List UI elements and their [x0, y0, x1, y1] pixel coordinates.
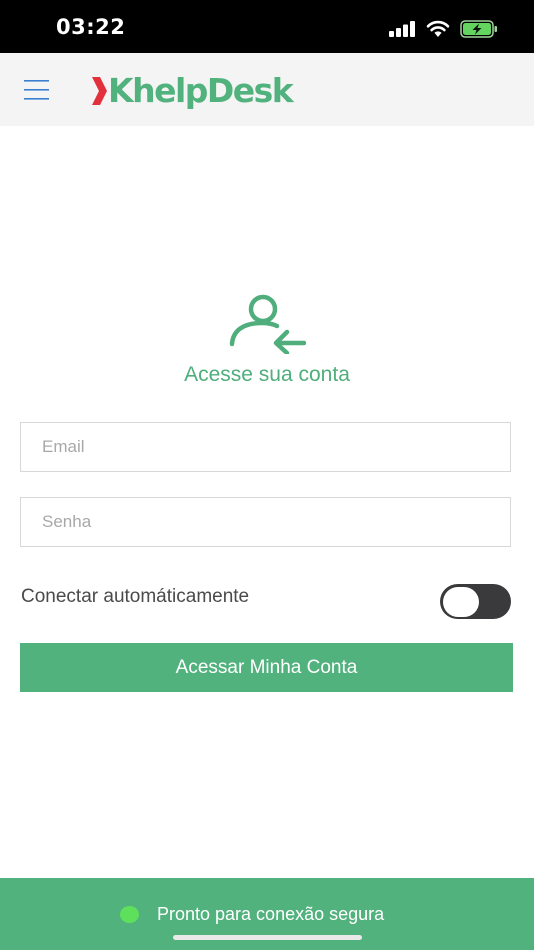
home-indicator [173, 935, 362, 940]
logo-chevron-icon [92, 77, 107, 105]
cellular-signal-icon [389, 21, 415, 37]
auto-connect-label: Conectar automáticamente [21, 586, 250, 607]
logo-text: KhelpDesk [108, 71, 294, 110]
app-header: KhelpDesk [0, 53, 534, 126]
auto-connect-toggle[interactable] [440, 584, 511, 619]
status-time: 03:22 [56, 15, 126, 39]
connection-status-dot [120, 906, 139, 923]
wifi-icon [426, 20, 450, 37]
login-title: Acesse sua conta [184, 363, 350, 386]
hamburger-menu-icon[interactable] [24, 79, 49, 101]
password-field[interactable] [20, 497, 511, 547]
battery-charging-icon [460, 20, 497, 38]
email-field[interactable] [20, 422, 511, 472]
khelpdesk-logo: KhelpDesk [91, 71, 294, 111]
connection-status-text: Pronto para conexão segura [157, 904, 385, 924]
login-submit-button[interactable]: Acessar Minha Conta [20, 643, 513, 692]
toggle-knob [443, 586, 479, 617]
status-icons [389, 18, 498, 40]
status-bar: 03:22 [0, 0, 534, 53]
connection-status-footer: Pronto para conexão segura [0, 878, 534, 950]
user-login-arrow-icon [229, 294, 306, 354]
